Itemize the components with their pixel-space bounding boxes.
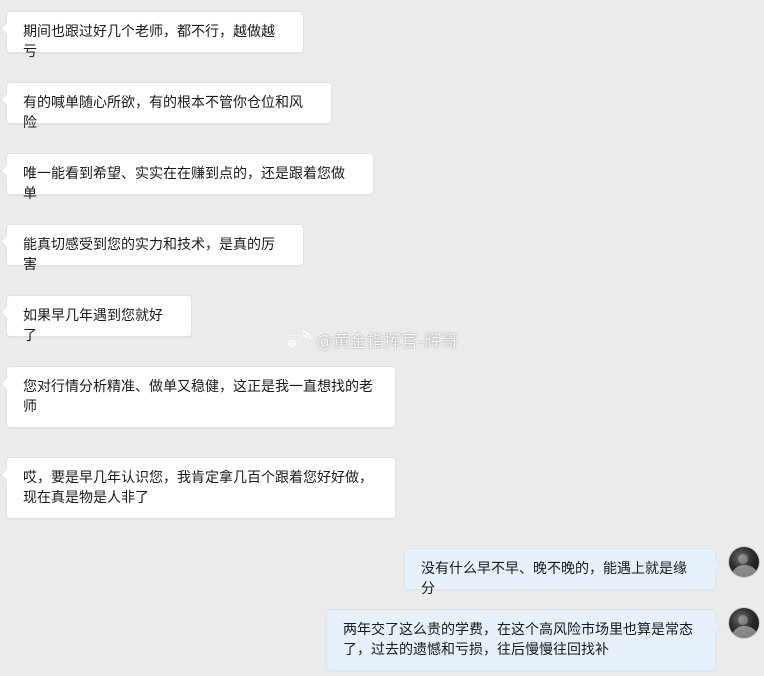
message-text: 如果早几年遇到您就好了 [23,308,163,344]
message-text: 唯一能看到希望、实实在在赚到点的，还是跟着您做单 [23,166,345,202]
message-text: 您对行情分析精准、做单又稳健，这正是我一直想找的老师 [23,379,373,415]
message-bubble-sent[interactable]: 没有什么早不早、晚不晚的，能遇上就是缘分 [404,548,716,597]
message-text: 期间也跟过好几个老师，都不行，越做越亏 [23,24,275,60]
avatar[interactable] [729,608,759,638]
message-bubble-received[interactable]: 能真切感受到您的实力和技术，是真的厉害 [6,224,304,273]
message-bubble-received[interactable]: 哎，要是早几年认识您，我肯定拿几百个跟着您好好做，现在真是物是人非了 [6,457,396,519]
message-text: 能真切感受到您的实力和技术，是真的厉害 [23,237,275,273]
message-text: 两年交了这么贵的学费，在这个高风险市场里也算是常态了，过去的遗憾和亏损，往后慢慢… [343,622,693,658]
message-text: 哎，要是早几年认识您，我肯定拿几百个跟着您好好做，现在真是物是人非了 [23,470,373,506]
avatar[interactable] [729,547,759,577]
message-text: 有的喊单随心所欲，有的根本不管你仓位和风险 [23,95,303,131]
message-bubble-sent[interactable]: 两年交了这么贵的学费，在这个高风险市场里也算是常态了，过去的遗憾和亏损，往后慢慢… [326,609,716,671]
message-bubble-received[interactable]: 您对行情分析精准、做单又稳健，这正是我一直想找的老师 [6,366,396,428]
message-bubble-received[interactable]: 如果早几年遇到您就好了 [6,295,192,344]
chat-history: 期间也跟过好几个老师，都不行，越做越亏 有的喊单随心所欲，有的根本不管你仓位和风… [0,0,764,676]
message-text: 没有什么早不早、晚不晚的，能遇上就是缘分 [421,561,687,597]
message-bubble-received[interactable]: 有的喊单随心所欲，有的根本不管你仓位和风险 [6,82,332,131]
message-bubble-received[interactable]: 唯一能看到希望、实实在在赚到点的，还是跟着您做单 [6,153,374,202]
message-bubble-received[interactable]: 期间也跟过好几个老师，都不行，越做越亏 [6,11,304,60]
